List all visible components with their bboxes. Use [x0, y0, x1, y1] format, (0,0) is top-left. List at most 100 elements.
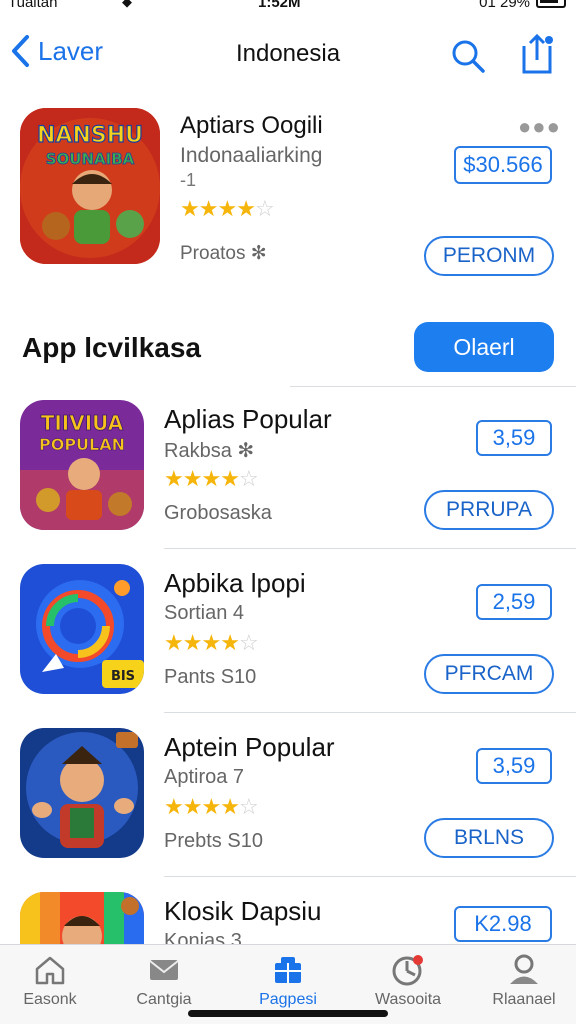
star-filled-icon: ★: [201, 794, 221, 819]
featured-icon-text-1: NANSHU: [37, 123, 143, 148]
star-filled-icon: ★: [180, 196, 200, 221]
app-name[interactable]: Apbika lpopi: [164, 568, 306, 599]
featured-app-name[interactable]: Aptiars Oogili: [180, 112, 323, 140]
app-list-item[interactable]: BIS Apbika lpopi Sortian 4 ★★★★☆ Pants S…: [0, 564, 576, 728]
tab-apps[interactable]: Pagpesi: [238, 953, 338, 1009]
rating-stars: ★★★★☆: [164, 794, 259, 820]
tab-label: Wasooita: [374, 991, 442, 1008]
star-filled-icon: ★: [236, 196, 256, 221]
rating-stars: ★★★★☆: [164, 630, 259, 656]
action-button[interactable]: PFRCAM: [424, 654, 554, 694]
tab-label: Easonk: [23, 991, 77, 1008]
app-list-item[interactable]: TIIVIUA POPULAN Aplias Popular Rakbsa ✻ …: [0, 400, 576, 564]
app-icon[interactable]: [20, 728, 144, 858]
star-filled-icon: ★: [164, 466, 184, 491]
chevron-left-icon: [12, 35, 29, 67]
search-icon[interactable]: [448, 36, 488, 76]
app-subtitle: Konias 3: [164, 930, 242, 944]
price-button[interactable]: 3,59: [476, 748, 552, 784]
battery-label: 01 29%: [479, 0, 530, 11]
tab-label: Cantgia: [136, 991, 192, 1008]
featured-app-icon[interactable]: NANSHU SOUNAIBA: [20, 108, 160, 264]
app-subtitle: Aptiroa 7: [164, 766, 245, 788]
tab-updates[interactable]: Wasooita: [358, 953, 458, 1009]
action-button[interactable]: PRRUPA: [424, 490, 554, 530]
mail-icon: [149, 960, 179, 980]
star-filled-icon: ★: [220, 794, 240, 819]
star-empty-icon: ☆: [238, 794, 259, 819]
featured-icon-art: NANSHU SOUNAIBA: [20, 108, 160, 264]
app-icon-art-chat: BIS: [20, 564, 144, 694]
app-icon[interactable]: BIS: [20, 564, 144, 694]
share-icon[interactable]: [516, 32, 556, 76]
star-empty-icon: ☆: [238, 466, 259, 491]
battery-icon: [536, 0, 566, 8]
app-icon-text-2: POPULAN: [39, 435, 125, 454]
tab-label: Rlaanael: [492, 991, 556, 1008]
app-icon[interactable]: [20, 892, 144, 944]
divider: [164, 876, 576, 877]
action-button[interactable]: BRLNS: [424, 818, 554, 858]
star-filled-icon: ★: [220, 630, 240, 655]
star-empty-icon: ☆: [238, 630, 259, 655]
app-name[interactable]: Aplias Popular: [164, 404, 332, 435]
app-icon-art-popular: TIIVIUA POPULAN: [20, 400, 144, 530]
featured-app-subtitle: Indonaaliarking: [180, 144, 323, 167]
more-options-icon[interactable]: ●●●: [518, 114, 561, 140]
tab-label: Pagpesi: [259, 991, 317, 1008]
back-label: Laver: [38, 35, 104, 66]
app-list-item[interactable]: Aptein Popular Aptiroa 7 ★★★★☆ Prebts S1…: [0, 728, 576, 892]
star-filled-icon: ★: [182, 630, 203, 655]
app-icon-art-rainbow: [20, 892, 144, 944]
person-icon: [510, 954, 538, 984]
app-icon[interactable]: TIIVIUA POPULAN: [20, 400, 144, 530]
app-subtitle: Sortian 4: [164, 602, 245, 624]
back-button[interactable]: Laver: [10, 34, 103, 68]
clock-label: 1:52M: [258, 0, 301, 11]
carrier-label: Tuaitah: [8, 0, 58, 11]
star-filled-icon: ★: [182, 794, 203, 819]
app-icon-text-1: TIIVIUA: [41, 411, 124, 435]
section-title: App lcvilkasa: [22, 332, 201, 363]
featured-app-meta: Proatos ✻: [180, 243, 267, 264]
price-button[interactable]: 2,59: [476, 584, 552, 620]
tab-categories[interactable]: Cantgia: [114, 953, 214, 1009]
star-filled-icon: ★: [220, 466, 240, 491]
home-indicator: [188, 1010, 388, 1017]
star-filled-icon: ★: [198, 196, 219, 221]
nav-bar: Laver Indonesia: [0, 24, 576, 84]
status-bar: Tuaitah ◆ 1:52M 01 29%: [0, 0, 576, 14]
app-icon-text-1: BIS: [111, 669, 135, 684]
star-filled-icon: ★: [182, 466, 203, 491]
chart-icon: [392, 955, 423, 986]
featured-price-button[interactable]: $30.566: [454, 146, 552, 184]
app-meta: Grobosaska: [164, 502, 272, 524]
divider: [290, 386, 576, 387]
star-filled-icon: ★: [217, 196, 237, 221]
app-icon-art-hero: [20, 728, 144, 858]
star-filled-icon: ★: [201, 630, 221, 655]
app-subtitle: Rakbsa ✻: [164, 440, 255, 462]
tab-home[interactable]: Easonk: [0, 953, 100, 1009]
app-name[interactable]: Aptein Popular: [164, 732, 335, 763]
star-filled-icon: ★: [201, 466, 221, 491]
tab-account[interactable]: Rlaanael: [474, 953, 574, 1009]
app-meta: Prebts S10: [164, 830, 263, 852]
divider: [164, 712, 576, 713]
featured-app-subtitle-2: -1: [180, 170, 197, 190]
price-button[interactable]: 3,59: [476, 420, 552, 456]
star-filled-icon: ★: [164, 794, 184, 819]
apps-icon: [275, 957, 301, 983]
app-name[interactable]: Klosik Dapsiu: [164, 896, 322, 927]
featured-action-button[interactable]: PERONM: [424, 236, 554, 276]
home-icon: [35, 956, 65, 985]
featured-icon-text-2: SOUNAIBA: [46, 150, 135, 168]
price-button[interactable]: K2.98: [454, 906, 552, 942]
app-list-item[interactable]: Klosik Dapsiu Konias 3 K2.98: [0, 892, 576, 944]
app-meta: Pants S10: [164, 666, 257, 688]
star-filled-icon: ★: [164, 630, 184, 655]
divider: [164, 548, 576, 549]
wifi-icon: ◆: [122, 0, 132, 9]
section-action-button[interactable]: Olaerl: [414, 322, 554, 372]
rating-stars: ★★★★☆: [164, 466, 259, 492]
